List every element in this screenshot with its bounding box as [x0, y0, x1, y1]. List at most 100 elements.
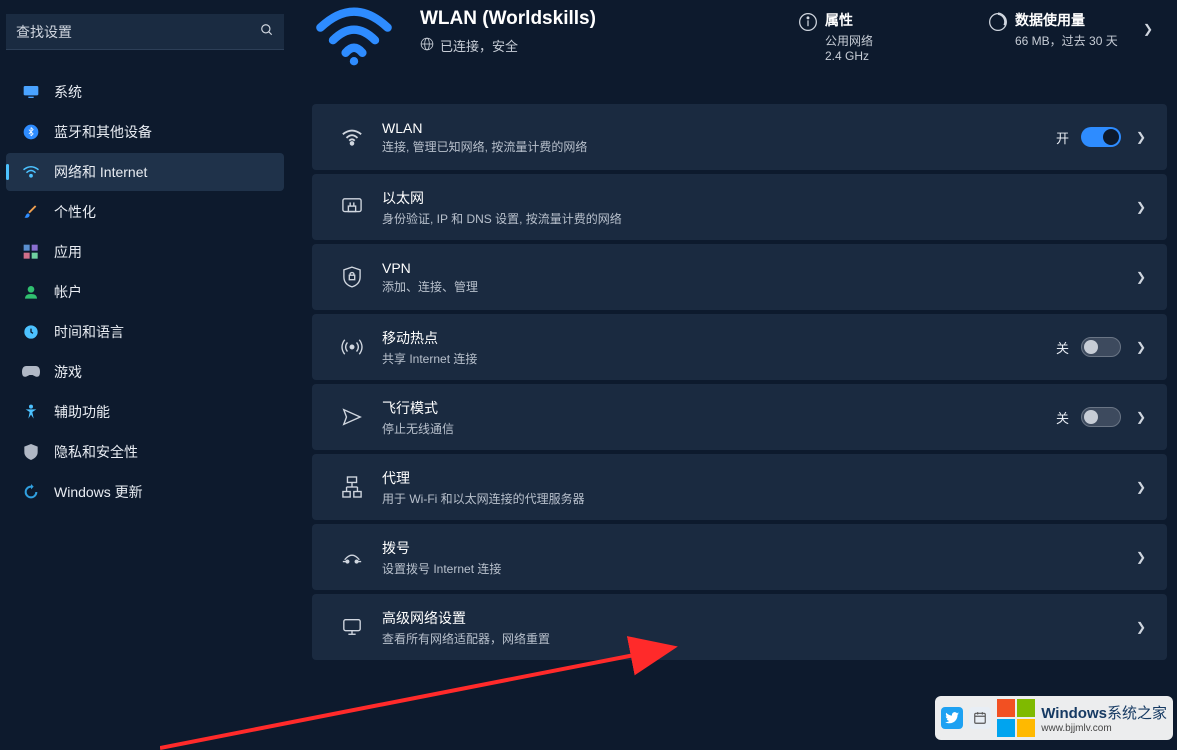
chevron-right-icon: ❯: [1135, 200, 1147, 214]
wifi-large-icon: [312, 0, 396, 77]
sidebar-item-label: 时间和语言: [54, 322, 124, 342]
update-icon: [22, 483, 40, 501]
nav-list: 系统 蓝牙和其他设备 网络和 Internet 个性化 应用: [0, 72, 290, 512]
chevron-right-icon: ❯: [1135, 340, 1147, 354]
settings-list: WLAN 连接, 管理已知网络, 按流量计费的网络 开 ❯ 以太网 身份验证, …: [312, 104, 1167, 660]
clock-icon: [22, 323, 40, 341]
chevron-right-icon: ❯: [1135, 410, 1147, 424]
main-panel: WLAN (Worldskills) 已连接，安全 属性 公用网络 2.4 GH…: [312, 0, 1167, 744]
proxy-icon: [332, 476, 372, 498]
sidebar-item-label: 蓝牙和其他设备: [54, 122, 152, 142]
sidebar-item-windows-update[interactable]: Windows 更新: [6, 473, 284, 511]
apps-icon: [22, 243, 40, 261]
sidebar-item-label: 辅助功能: [54, 402, 110, 422]
sidebar-item-accounts[interactable]: 帐户: [6, 273, 284, 311]
data-usage-card[interactable]: 数据使用量 66 MB，过去 30 天 ❯: [967, 0, 1167, 73]
chevron-right-icon: ❯: [1135, 620, 1147, 634]
row-subtitle: 设置拨号 Internet 连接: [382, 560, 1135, 577]
hotspot-toggle[interactable]: [1081, 337, 1121, 357]
row-title: 代理: [382, 468, 1135, 488]
ethernet-icon: [332, 197, 372, 217]
info-icon: [791, 10, 825, 32]
sidebar-item-label: Windows 更新: [54, 482, 143, 502]
info-cards: 属性 公用网络 2.4 GHz 数据使用量 66 MB，过去 30 天 ❯: [777, 0, 1167, 73]
calendar-icon: [969, 707, 991, 729]
hotspot-icon: [332, 337, 372, 357]
row-subtitle: 连接, 管理已知网络, 按流量计费的网络: [382, 138, 1056, 155]
person-icon: [22, 283, 40, 301]
properties-line2: 2.4 GHz: [825, 49, 953, 63]
sidebar: 系统 蓝牙和其他设备 网络和 Internet 个性化 应用: [0, 0, 290, 744]
toggle-state-label: 关: [1056, 408, 1069, 427]
properties-line1: 公用网络: [825, 32, 953, 49]
sidebar-item-apps[interactable]: 应用: [6, 233, 284, 271]
windows-logo-icon: [997, 699, 1035, 737]
search-box[interactable]: [6, 14, 284, 50]
chevron-right-icon: ❯: [1135, 270, 1147, 284]
sidebar-item-gaming[interactable]: 游戏: [6, 353, 284, 391]
wifi-icon: [22, 163, 40, 181]
sidebar-item-label: 应用: [54, 242, 82, 262]
sidebar-item-label: 帐户: [54, 282, 82, 302]
connection-name: WLAN (Worldskills): [420, 8, 753, 30]
sidebar-item-time-language[interactable]: 时间和语言: [6, 313, 284, 351]
usage-line1: 66 MB，过去 30 天: [1015, 32, 1143, 49]
chevron-right-icon: ❯: [1135, 550, 1147, 564]
row-hotspot[interactable]: 移动热点 共享 Internet 连接 关 ❯: [312, 314, 1167, 380]
row-subtitle: 添加、连接、管理: [382, 278, 1135, 295]
usage-title: 数据使用量: [1015, 10, 1143, 30]
sidebar-item-bluetooth[interactable]: 蓝牙和其他设备: [6, 113, 284, 151]
sidebar-item-system[interactable]: 系统: [6, 73, 284, 111]
airplane-toggle[interactable]: [1081, 407, 1121, 427]
row-title: WLAN: [382, 120, 1056, 136]
row-subtitle: 查看所有网络适配器，网络重置: [382, 630, 1135, 647]
globe-icon: [420, 37, 434, 54]
sidebar-item-personalization[interactable]: 个性化: [6, 193, 284, 231]
row-vpn[interactable]: VPN 添加、连接、管理 ❯: [312, 244, 1167, 310]
connection-status: 已连接，安全: [440, 36, 518, 55]
row-title: VPN: [382, 260, 1135, 276]
accessibility-icon: [22, 403, 40, 421]
gamepad-icon: [22, 363, 40, 381]
sidebar-item-label: 隐私和安全性: [54, 442, 138, 462]
advanced-network-icon: [332, 617, 372, 637]
search-input[interactable]: [16, 24, 260, 40]
shield-lock-icon: [332, 266, 372, 288]
watermark-brand: Windows系统之家: [1041, 705, 1167, 722]
chevron-right-icon: ❯: [1143, 10, 1153, 36]
row-title: 拨号: [382, 538, 1135, 558]
sidebar-item-privacy[interactable]: 隐私和安全性: [6, 433, 284, 471]
sidebar-item-label: 游戏: [54, 362, 82, 382]
wifi-icon: [332, 128, 372, 146]
properties-card[interactable]: 属性 公用网络 2.4 GHz: [777, 0, 967, 73]
brush-icon: [22, 203, 40, 221]
monitor-icon: [22, 83, 40, 101]
wlan-toggle[interactable]: [1081, 127, 1121, 147]
network-title-block: WLAN (Worldskills) 已连接，安全: [420, 8, 753, 55]
row-proxy[interactable]: 代理 用于 Wi-Fi 和以太网连接的代理服务器 ❯: [312, 454, 1167, 520]
properties-title: 属性: [825, 10, 953, 30]
row-title: 以太网: [382, 188, 1135, 208]
row-subtitle: 用于 Wi-Fi 和以太网连接的代理服务器: [382, 490, 1135, 507]
row-ethernet[interactable]: 以太网 身份验证, IP 和 DNS 设置, 按流量计费的网络 ❯: [312, 174, 1167, 240]
bluetooth-icon: [22, 123, 40, 141]
toggle-state-label: 开: [1056, 128, 1069, 147]
chevron-right-icon: ❯: [1135, 130, 1147, 144]
row-subtitle: 共享 Internet 连接: [382, 350, 1056, 367]
row-airplane[interactable]: 飞行模式 停止无线通信 关 ❯: [312, 384, 1167, 450]
sidebar-item-accessibility[interactable]: 辅助功能: [6, 393, 284, 431]
row-title: 移动热点: [382, 328, 1056, 348]
search-icon: [260, 23, 274, 40]
row-wlan[interactable]: WLAN 连接, 管理已知网络, 按流量计费的网络 开 ❯: [312, 104, 1167, 170]
network-header: WLAN (Worldskills) 已连接，安全 属性 公用网络 2.4 GH…: [312, 0, 1167, 100]
airplane-icon: [332, 406, 372, 428]
row-title: 高级网络设置: [382, 608, 1135, 628]
watermark: Windows系统之家 www.bjjmlv.com: [935, 696, 1173, 740]
twitter-icon: [941, 707, 963, 729]
row-advanced-network[interactable]: 高级网络设置 查看所有网络适配器，网络重置 ❯: [312, 594, 1167, 660]
row-dialup[interactable]: 拨号 设置拨号 Internet 连接 ❯: [312, 524, 1167, 590]
sidebar-item-network[interactable]: 网络和 Internet: [6, 153, 284, 191]
sidebar-item-label: 网络和 Internet: [54, 162, 147, 182]
row-subtitle: 身份验证, IP 和 DNS 设置, 按流量计费的网络: [382, 210, 1135, 227]
dialup-icon: [332, 548, 372, 566]
